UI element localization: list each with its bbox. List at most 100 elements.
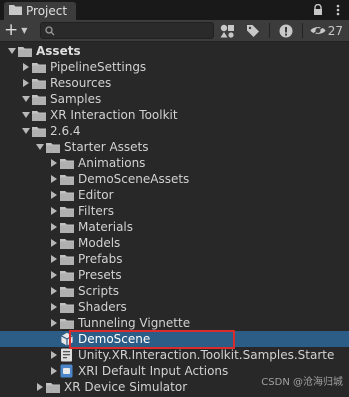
collapsed-arrow-icon[interactable] xyxy=(48,171,60,187)
tree-row-label: Prefabs xyxy=(78,252,123,266)
tree-row[interactable]: Presets xyxy=(0,267,349,283)
input-actions-icon xyxy=(60,363,74,379)
tag-icon xyxy=(246,24,259,37)
collapsed-arrow-icon[interactable] xyxy=(48,219,60,235)
eye-icon xyxy=(310,25,326,36)
tree-row[interactable]: Prefabs xyxy=(0,251,349,267)
folder-icon xyxy=(60,155,74,171)
search-by-type-button[interactable] xyxy=(219,22,237,39)
folder-icon xyxy=(60,235,74,251)
folder-icon xyxy=(60,315,74,331)
tree-row-label: XR Interaction Toolkit xyxy=(50,108,178,122)
collapsed-arrow-icon[interactable] xyxy=(48,203,60,219)
tree-row[interactable]: 2.6.4 xyxy=(0,123,349,139)
collapsed-arrow-icon[interactable] xyxy=(48,347,60,363)
collapsed-arrow-icon[interactable] xyxy=(48,299,60,315)
tree-row[interactable]: Samples xyxy=(0,91,349,107)
search-input[interactable] xyxy=(40,22,214,39)
folder-icon xyxy=(60,219,74,235)
expanded-arrow-icon[interactable] xyxy=(20,91,32,107)
tree-row-label: Unity.XR.Interaction.Toolkit.Samples.Sta… xyxy=(78,348,335,362)
hidden-packages-toggle[interactable]: 27 xyxy=(310,24,343,38)
tree-row-label: XR Device Simulator xyxy=(64,380,188,394)
hidden-packages-count: 27 xyxy=(327,23,343,38)
collapsed-arrow-icon[interactable] xyxy=(48,251,60,267)
tree-row[interactable]: Materials xyxy=(0,219,349,235)
chevron-down-icon: ▼ xyxy=(21,26,28,35)
tree-row[interactable]: Starter Assets xyxy=(0,139,349,155)
folder-icon xyxy=(60,299,74,315)
search-log-button[interactable] xyxy=(277,22,295,39)
tree-row-label: Resources xyxy=(50,76,112,90)
tree-row[interactable]: Resources xyxy=(0,75,349,91)
expanded-arrow-icon[interactable] xyxy=(34,139,46,155)
tree-row[interactable]: Filters xyxy=(0,203,349,219)
tree-row[interactable]: DemoScene xyxy=(0,331,349,347)
tree-row-label: Editor xyxy=(78,188,114,202)
tree-row[interactable]: Scripts xyxy=(0,283,349,299)
folder-icon xyxy=(60,267,74,283)
collapsed-arrow-icon[interactable] xyxy=(48,155,60,171)
collapsed-arrow-icon[interactable] xyxy=(34,379,46,395)
tree-row-label: XRI Default Input Actions xyxy=(78,364,229,378)
create-asset-button[interactable]: + ▼ xyxy=(4,22,36,39)
tree-row-label: Tunneling Vignette xyxy=(78,316,191,330)
project-tab[interactable]: Project xyxy=(4,2,76,20)
folder-icon xyxy=(46,139,60,155)
collapsed-arrow-icon[interactable] xyxy=(48,235,60,251)
unity-scene-icon xyxy=(60,331,74,347)
tree-row-label: Models xyxy=(78,236,121,250)
folder-icon xyxy=(60,187,74,203)
folder-icon xyxy=(60,283,74,299)
collapsed-arrow-icon[interactable] xyxy=(20,75,32,91)
collapsed-arrow-icon[interactable] xyxy=(48,267,60,283)
tree-row[interactable]: Editor xyxy=(0,187,349,203)
search-by-label-button[interactable] xyxy=(244,22,262,39)
collapsed-arrow-icon[interactable] xyxy=(48,315,60,331)
folder-icon xyxy=(60,171,74,187)
folder-tab-icon xyxy=(9,4,22,18)
project-toolbar: + ▼ 27 xyxy=(0,20,349,42)
tree-row[interactable]: Models xyxy=(0,235,349,251)
folder-icon xyxy=(60,203,74,219)
collapsed-arrow-icon[interactable] xyxy=(20,59,32,75)
watermark-text: CSDN @沧海归城 xyxy=(261,377,343,388)
expanded-arrow-icon[interactable] xyxy=(20,107,32,123)
folder-icon xyxy=(18,43,32,59)
lock-icon[interactable] xyxy=(311,2,325,18)
exclamation-icon xyxy=(279,24,293,37)
kebab-menu-icon[interactable] xyxy=(331,2,345,18)
tree-row[interactable]: DemoSceneAssets xyxy=(0,171,349,187)
expanded-arrow-icon[interactable] xyxy=(20,123,32,139)
toolbar-separator xyxy=(301,23,303,38)
plus-icon: + xyxy=(4,20,19,40)
folder-icon xyxy=(46,379,60,395)
folder-icon xyxy=(60,251,74,267)
search-icon xyxy=(45,26,55,36)
folder-icon xyxy=(32,91,46,107)
tree-row[interactable]: XR Interaction Toolkit xyxy=(0,107,349,123)
tree-row[interactable]: Animations xyxy=(0,155,349,171)
assembly-definition-icon xyxy=(60,347,74,363)
folder-icon xyxy=(32,107,46,123)
collapsed-arrow-icon[interactable] xyxy=(48,363,60,379)
folder-icon xyxy=(32,75,46,91)
tree-row[interactable]: Assets xyxy=(0,43,349,59)
collapsed-arrow-icon[interactable] xyxy=(48,283,60,299)
tree-row-label: DemoScene xyxy=(78,332,151,346)
tree-row-label: DemoSceneAssets xyxy=(78,172,190,186)
tree-row-label: Assets xyxy=(36,44,81,58)
collapsed-arrow-icon[interactable] xyxy=(48,187,60,203)
tree-row-label: Samples xyxy=(50,92,102,106)
tree-row-label: Scripts xyxy=(78,284,120,298)
tree-row-label: Materials xyxy=(78,220,134,234)
tree-row[interactable]: PipelineSettings xyxy=(0,59,349,75)
folder-icon xyxy=(32,123,46,139)
tree-row[interactable]: Tunneling Vignette xyxy=(0,315,349,331)
toolbar-separator xyxy=(268,23,270,38)
tree-row[interactable]: Unity.XR.Interaction.Toolkit.Samples.Sta… xyxy=(0,347,349,363)
tab-title: Project xyxy=(26,4,68,18)
tree-row[interactable]: Shaders xyxy=(0,299,349,315)
expanded-arrow-icon[interactable] xyxy=(6,43,18,59)
